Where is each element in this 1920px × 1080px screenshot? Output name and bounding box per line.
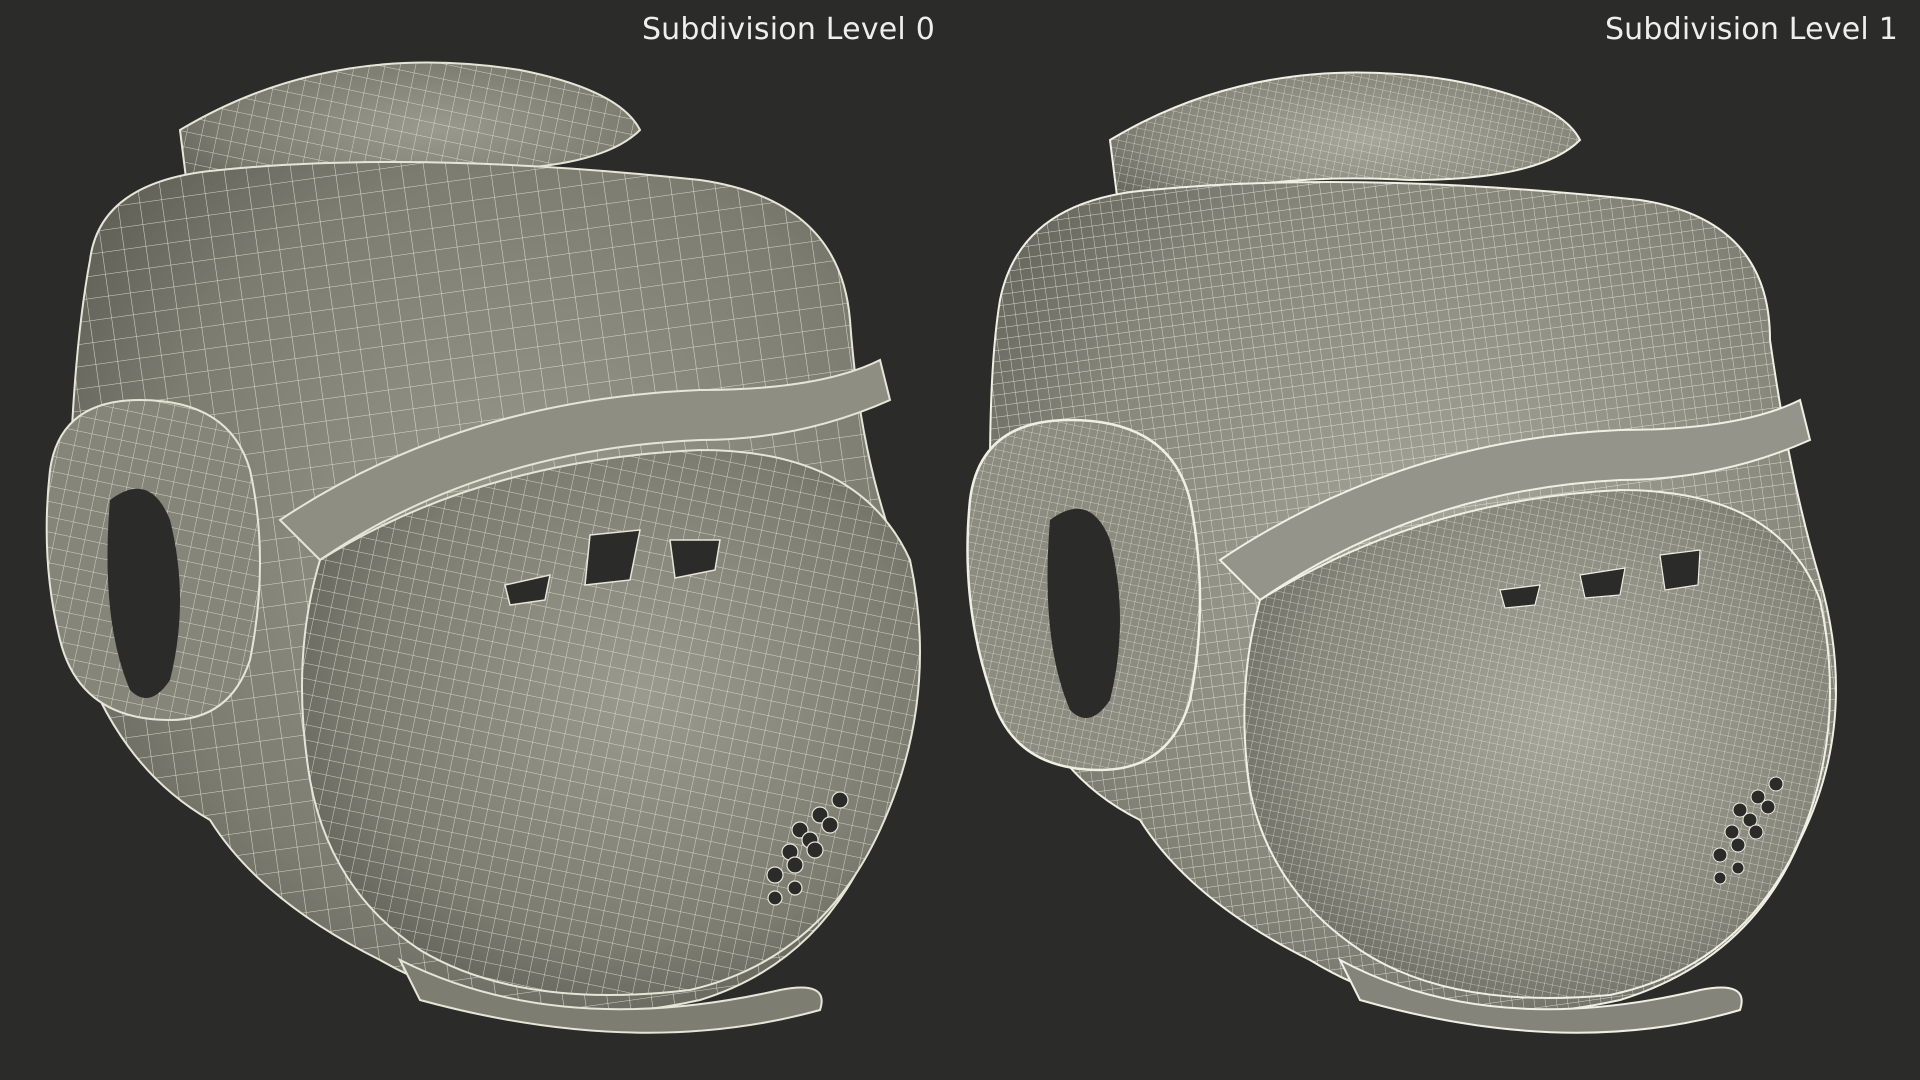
panel-label: Subdivision Level 0 — [641, 12, 935, 47]
panel-label: Subdivision Level 1 — [1604, 12, 1898, 47]
headgear-model-level-0 — [45, 61, 921, 1034]
panel-subdivision-level-1: Subdivision Level 1 — [960, 0, 1920, 1080]
panel-subdivision-level-0: Subdivision Level 0 — [0, 0, 960, 1080]
headgear-model-level-1 — [966, 71, 1837, 1034]
vent-slot — [1659, 549, 1701, 591]
render-viewport: Subdivision Level 0 Subdivision Level 1 — [0, 0, 1920, 1080]
